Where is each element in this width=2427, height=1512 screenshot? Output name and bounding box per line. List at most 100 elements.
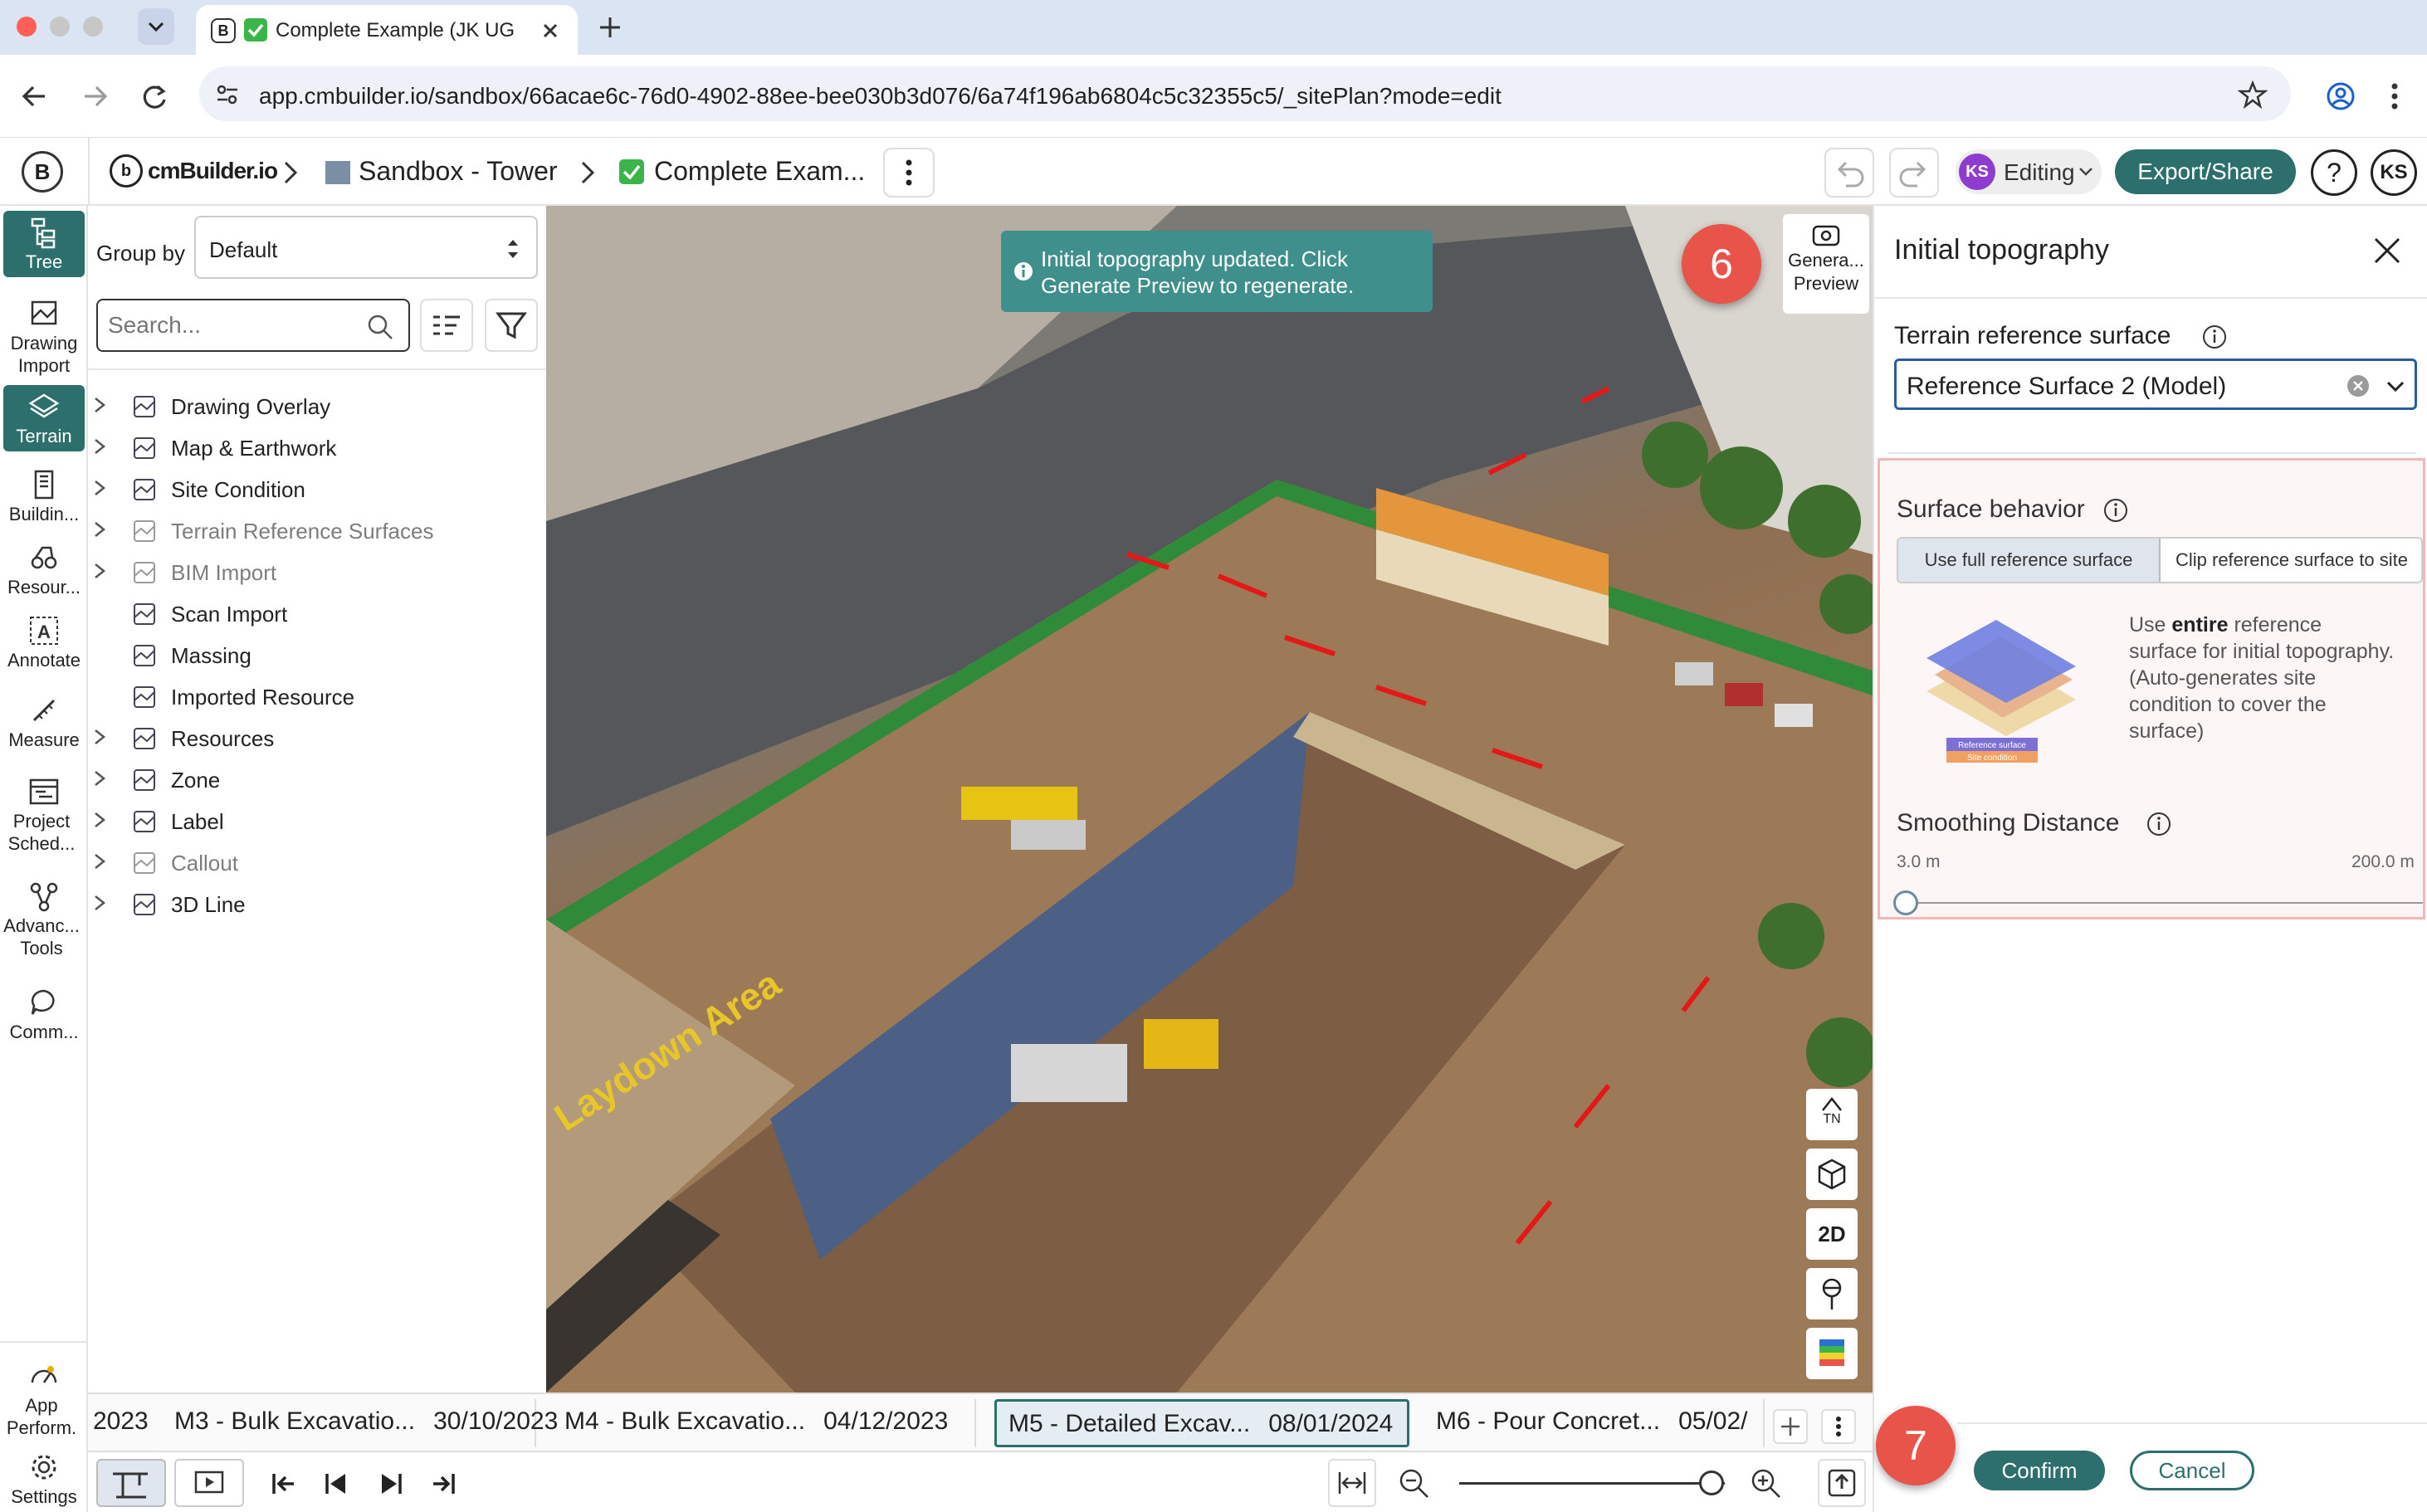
smoothing-slider-track[interactable] (1897, 902, 2423, 904)
close-icon[interactable] (2371, 234, 2404, 267)
tree-item[interactable]: Scan Import (91, 593, 490, 634)
step-forward-icon[interactable] (374, 1467, 407, 1500)
skip-to-end-icon[interactable] (427, 1467, 460, 1500)
zoom-window-button[interactable] (83, 17, 103, 37)
rail-item-drawing-import[interactable]: Drawing Import (0, 297, 88, 377)
timeline-menu-button[interactable] (1821, 1409, 1856, 1444)
browser-menu-icon[interactable] (2382, 80, 2407, 113)
browser-tab[interactable]: B Complete Example (JK UG (196, 5, 578, 55)
zoom-slider-track[interactable] (1459, 1482, 1725, 1485)
site-plan-view-button[interactable] (96, 1459, 166, 1507)
profile-icon[interactable] (2324, 80, 2357, 113)
close-tab-icon[interactable] (538, 18, 563, 43)
new-tab-icon[interactable] (596, 13, 624, 41)
info-icon[interactable] (2201, 324, 2228, 350)
clear-selection-icon[interactable] (2345, 373, 2371, 399)
chevron-right-icon[interactable] (91, 437, 108, 456)
rail-item-project-schedule[interactable]: Project Sched... (0, 775, 88, 855)
rail-item-comments[interactable]: Comm... (0, 986, 88, 1043)
breadcrumb-plan[interactable]: Complete Exam... (654, 156, 865, 187)
skip-to-start-icon[interactable] (267, 1467, 300, 1500)
tree-item[interactable]: Drawing Overlay (91, 385, 490, 427)
tree-item[interactable]: Massing (91, 634, 490, 676)
site-settings-icon[interactable] (214, 81, 241, 108)
tree-item[interactable]: Resources (91, 717, 490, 758)
bookmark-star-icon[interactable] (2238, 80, 2268, 110)
chevron-right-icon[interactable] (91, 478, 108, 498)
breadcrumb-project[interactable]: Sandbox - Tower (359, 156, 558, 187)
undo-button[interactable] (1824, 148, 1874, 198)
tree-item[interactable]: Callout (91, 841, 490, 883)
chevron-right-icon[interactable] (91, 768, 108, 788)
search-input[interactable] (108, 310, 357, 340)
milestone-item[interactable]: M3 - Bulk Excavatio... 30/10/2023 (163, 1399, 558, 1447)
2d-view-button[interactable]: 2D (1806, 1208, 1858, 1260)
info-icon[interactable] (2102, 497, 2129, 524)
rail-item-settings[interactable]: Settings (0, 1451, 88, 1508)
tree-item[interactable]: Terrain Reference Surfaces (91, 510, 490, 551)
tree-item[interactable]: Label (91, 800, 490, 841)
rail-item-app-performance[interactable]: App Perform. (0, 1359, 88, 1439)
back-arrow-icon[interactable] (18, 80, 51, 113)
filter-button[interactable] (485, 299, 538, 352)
chevron-right-icon[interactable] (91, 727, 108, 747)
rail-item-measure[interactable]: Measure (0, 694, 88, 751)
export-share-button[interactable]: Export/Share (2115, 149, 2296, 194)
tree-item[interactable]: BIM Import (91, 551, 490, 593)
cancel-button[interactable]: Cancel (2130, 1451, 2254, 1490)
layers-button[interactable] (1806, 1328, 1858, 1379)
rail-item-resources[interactable]: Resour... (0, 541, 88, 598)
reset-view-button[interactable] (1806, 1149, 1858, 1200)
tab-search-button[interactable] (138, 8, 174, 45)
milestone-item[interactable]: M6 - Pour Concret... 05/02/ (1424, 1399, 1765, 1447)
reload-icon[interactable] (138, 80, 171, 113)
tree-item[interactable]: Zone (91, 758, 490, 800)
milestone-item[interactable]: M5 - Detailed Excav... 08/01/2024 (994, 1399, 1409, 1447)
chevron-right-icon[interactable] (91, 810, 108, 830)
step-back-icon[interactable] (320, 1467, 354, 1500)
group-by-select[interactable]: Default (194, 216, 538, 279)
use-full-surface-option[interactable]: Use full reference surface (1898, 539, 2161, 582)
3d-viewport[interactable]: Laydown Area Initial topography updated.… (546, 206, 1873, 1393)
forward-arrow-icon[interactable] (78, 80, 111, 113)
tree-item[interactable]: Map & Earthwork (91, 427, 490, 468)
chevron-right-icon[interactable] (91, 893, 108, 913)
zoom-in-icon[interactable] (1748, 1466, 1785, 1502)
account-button[interactable]: KS (2371, 149, 2417, 196)
zoom-out-icon[interactable] (1396, 1466, 1433, 1502)
export-timeline-button[interactable] (1818, 1459, 1866, 1507)
sort-button[interactable] (420, 299, 473, 352)
plan-menu-button[interactable] (883, 148, 935, 198)
clip-surface-option[interactable]: Clip reference surface to site (2162, 539, 2421, 582)
zoom-slider-thumb[interactable] (1699, 1471, 1724, 1495)
redo-button[interactable] (1889, 148, 1939, 198)
rail-item-tree[interactable]: Tree (3, 211, 85, 277)
tree-item[interactable]: Site Condition (91, 468, 490, 510)
tree-item[interactable]: 3D Line (91, 883, 490, 924)
tree-item[interactable]: Imported Resource (91, 676, 490, 717)
rail-item-advanced-tools[interactable]: Advanc... Tools (0, 880, 88, 959)
edit-mode-dropdown[interactable]: KS Editing (1956, 149, 2102, 194)
rail-item-building[interactable]: Buildin... (0, 468, 88, 525)
chevron-right-icon[interactable] (91, 561, 108, 581)
chevron-right-icon[interactable] (91, 851, 108, 871)
help-button[interactable]: ? (2311, 149, 2357, 196)
chevron-right-icon[interactable] (91, 519, 108, 539)
smoothing-slider-thumb[interactable] (1893, 890, 1918, 915)
rail-item-annotate[interactable]: A Annotate (0, 614, 88, 671)
milestone-partial-date[interactable]: 2023 (81, 1399, 160, 1447)
add-milestone-button[interactable] (1773, 1409, 1808, 1444)
generate-preview-button[interactable]: Genera... Preview (1783, 214, 1869, 314)
chevron-right-icon[interactable] (91, 395, 108, 415)
info-icon[interactable] (2146, 811, 2172, 837)
sun-study-button[interactable] (1806, 1268, 1858, 1319)
app-logo-icon[interactable]: B (22, 151, 63, 193)
milestone-item[interactable]: M4 - Bulk Excavatio... 04/12/2023 (553, 1399, 976, 1447)
tree-search-box[interactable] (96, 299, 410, 352)
presentation-view-button[interactable] (174, 1459, 244, 1507)
confirm-button[interactable]: Confirm (1974, 1451, 2105, 1490)
minimize-window-button[interactable] (50, 17, 70, 37)
true-north-button[interactable]: TN (1806, 1089, 1858, 1140)
rail-item-terrain[interactable]: Terrain (3, 385, 85, 451)
close-window-button[interactable] (17, 17, 37, 37)
